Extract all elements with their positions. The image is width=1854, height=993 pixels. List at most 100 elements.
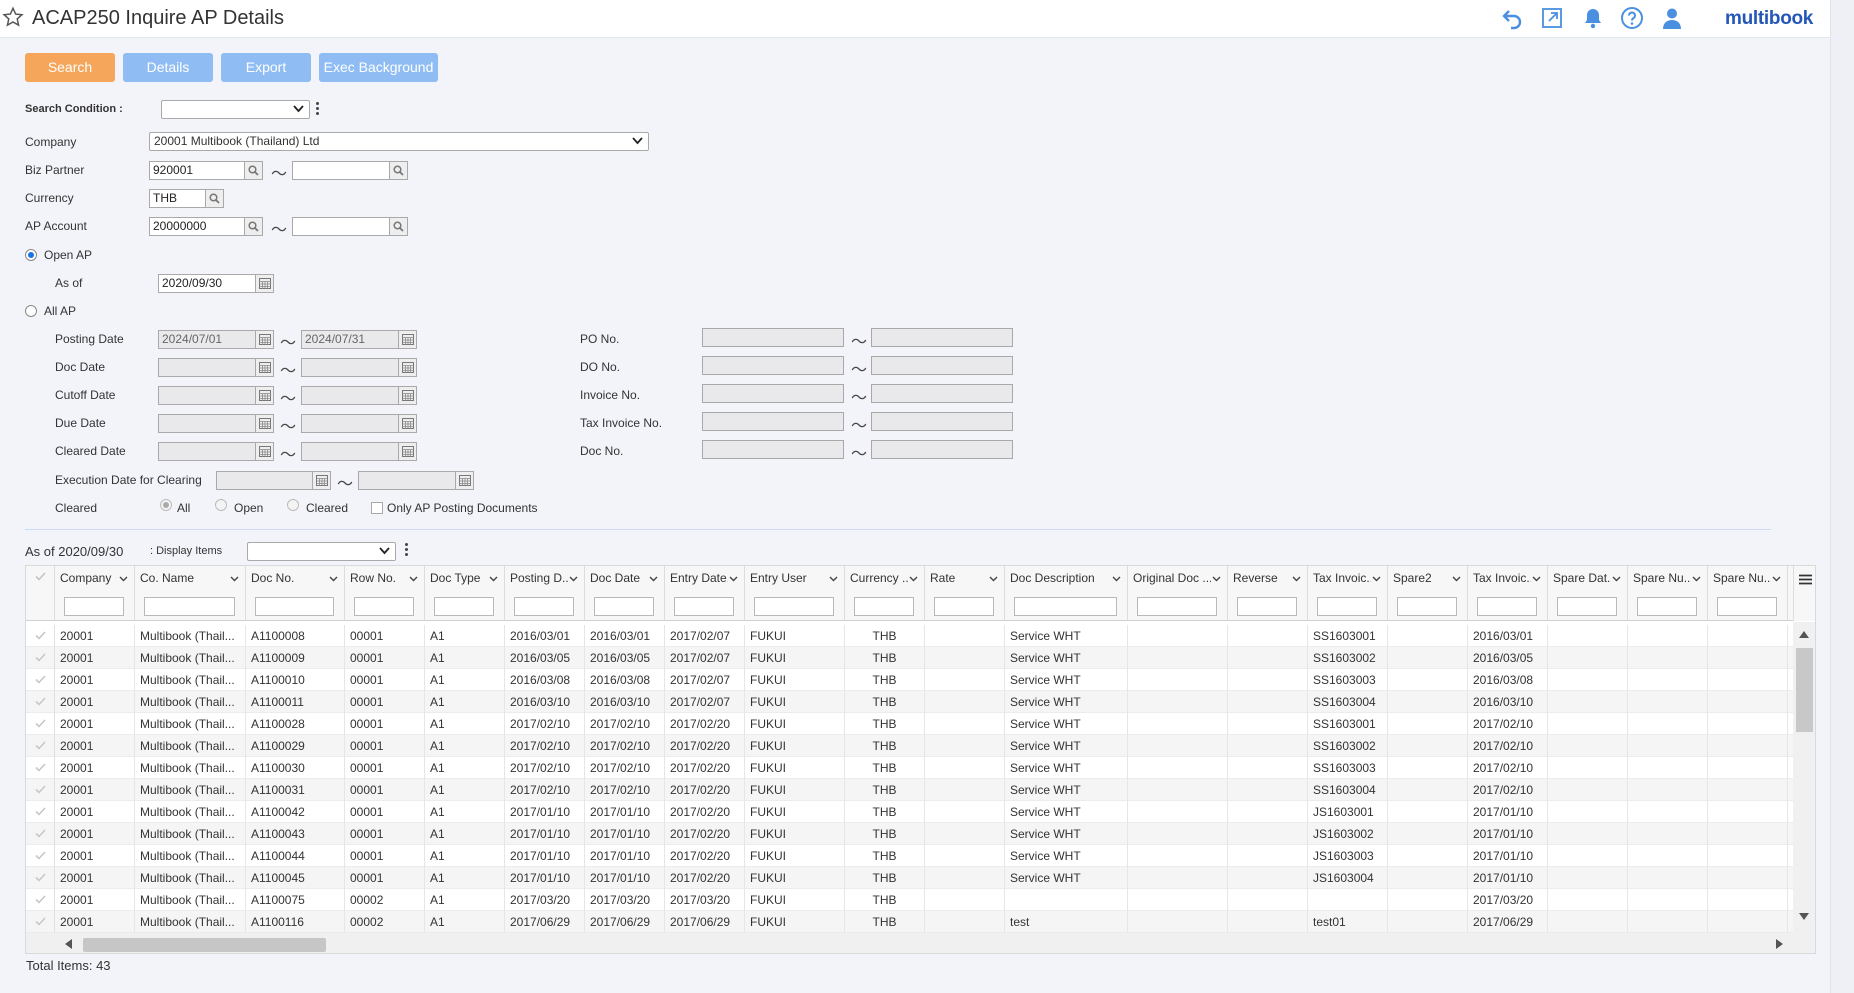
column-header-row-no[interactable]: Row No. xyxy=(345,566,425,621)
calendar-icon[interactable] xyxy=(455,471,474,490)
row-checkbox[interactable] xyxy=(26,823,55,845)
table-row[interactable]: 20001 Multibook (Thail... A1100030 00001 A1 2… xyxy=(26,757,1794,779)
column-filter-input[interactable] xyxy=(255,597,334,616)
horizontal-scroll-thumb[interactable] xyxy=(83,938,326,952)
doc-date-to-input[interactable] xyxy=(301,358,399,377)
chevron-down-icon[interactable] xyxy=(989,576,998,582)
cleared-all-radio[interactable] xyxy=(160,499,172,511)
biz-partner-from-input[interactable]: 920001 xyxy=(149,161,245,180)
tax-invoice-no-to-input[interactable] xyxy=(871,412,1013,431)
column-header-spare-num1[interactable]: Spare Nu... xyxy=(1628,566,1708,621)
chevron-down-icon[interactable] xyxy=(649,576,658,582)
vertical-scroll-thumb[interactable] xyxy=(1796,648,1813,732)
calendar-icon[interactable] xyxy=(398,386,417,405)
currency-search-icon[interactable] xyxy=(205,189,224,208)
calendar-icon[interactable] xyxy=(398,414,417,433)
display-items-select[interactable] xyxy=(247,542,396,561)
cutoff-date-from-input[interactable] xyxy=(158,386,256,405)
table-row[interactable]: 20001 Multibook (Thail... A1100029 00001 A1 2… xyxy=(26,735,1794,757)
do-no-to-input[interactable] xyxy=(871,356,1013,375)
undo-icon[interactable] xyxy=(1500,6,1524,30)
table-row[interactable]: 20001 Multibook (Thail... A1100042 00001 A1 2… xyxy=(26,801,1794,823)
calendar-icon[interactable] xyxy=(255,274,274,293)
row-checkbox[interactable] xyxy=(26,889,55,911)
column-filter-input[interactable] xyxy=(354,597,414,616)
chevron-down-icon[interactable] xyxy=(409,576,418,582)
company-select[interactable]: 20001 Multibook (Thailand) Ltd xyxy=(149,132,649,151)
ap-account-from-input[interactable]: 20000000 xyxy=(149,217,245,236)
table-row[interactable]: 20001 Multibook (Thail... A1100075 00002 A1 2… xyxy=(26,889,1794,911)
chevron-down-icon[interactable] xyxy=(1112,576,1121,582)
column-filter-input[interactable] xyxy=(1717,597,1777,616)
execution-date-to-input[interactable] xyxy=(358,471,456,490)
column-filter-input[interactable] xyxy=(1237,597,1297,616)
row-checkbox[interactable] xyxy=(26,669,55,691)
column-filter-input[interactable] xyxy=(1477,597,1537,616)
column-header-spare-num2[interactable]: Spare Nu... xyxy=(1708,566,1788,621)
chevron-down-icon[interactable] xyxy=(1612,576,1621,582)
table-row[interactable]: 20001 Multibook (Thail... A1100044 00001 A1 2… xyxy=(26,845,1794,867)
calendar-icon[interactable] xyxy=(398,330,417,349)
column-header-entry-user[interactable]: Entry User xyxy=(745,566,845,621)
biz-partner-from-search-icon[interactable] xyxy=(244,161,263,180)
column-filter-input[interactable] xyxy=(1137,597,1217,616)
doc-no-to-input[interactable] xyxy=(871,440,1013,459)
row-checkbox[interactable] xyxy=(26,867,55,889)
bell-icon[interactable] xyxy=(1581,6,1605,30)
currency-input[interactable]: THB xyxy=(149,189,207,208)
row-checkbox[interactable] xyxy=(26,801,55,823)
table-row[interactable]: 20001 Multibook (Thail... A1100010 00001 A1 2… xyxy=(26,669,1794,691)
row-checkbox[interactable] xyxy=(26,779,55,801)
do-no-from-input[interactable] xyxy=(702,356,844,375)
chevron-down-icon[interactable] xyxy=(1692,576,1701,582)
more-options-icon[interactable] xyxy=(316,102,320,117)
calendar-icon[interactable] xyxy=(255,442,274,461)
column-menu-button[interactable] xyxy=(1793,566,1815,621)
column-header-doc-date[interactable]: Doc Date xyxy=(585,566,665,621)
select-all-checkbox[interactable] xyxy=(26,566,55,621)
row-checkbox[interactable] xyxy=(26,757,55,779)
calendar-icon[interactable] xyxy=(255,414,274,433)
cleared-date-from-input[interactable] xyxy=(158,442,256,461)
po-no-from-input[interactable] xyxy=(702,328,844,347)
calendar-icon[interactable] xyxy=(255,386,274,405)
posting-date-from-input[interactable]: 2024/07/01 xyxy=(158,330,256,349)
column-filter-input[interactable] xyxy=(934,597,994,616)
column-header-company[interactable]: Company xyxy=(55,566,135,621)
details-button[interactable]: Details xyxy=(123,53,213,82)
as-of-date-input[interactable]: 2020/09/30 xyxy=(158,274,256,293)
execution-date-from-input[interactable] xyxy=(216,471,314,490)
cleared-open-radio[interactable] xyxy=(215,499,227,511)
table-row[interactable]: 20001 Multibook (Thail... A1100009 00001 A1 2… xyxy=(26,647,1794,669)
scroll-up-icon[interactable] xyxy=(1799,631,1809,638)
chevron-down-icon[interactable] xyxy=(1372,576,1381,582)
table-row[interactable]: 20001 Multibook (Thail... A1100028 00001 A1 2… xyxy=(26,713,1794,735)
chevron-down-icon[interactable] xyxy=(119,576,128,582)
chevron-down-icon[interactable] xyxy=(909,576,918,582)
row-checkbox[interactable] xyxy=(26,735,55,757)
column-header-co-name[interactable]: Co. Name xyxy=(135,566,246,621)
popout-icon[interactable] xyxy=(1540,6,1564,30)
table-row[interactable]: 20001 Multibook (Thail... A1100043 00001 A1 2… xyxy=(26,823,1794,845)
column-header-tax-invoice-date[interactable]: Tax Invoic... xyxy=(1468,566,1548,621)
calendar-icon[interactable] xyxy=(398,358,417,377)
column-header-original-doc[interactable]: Original Doc ... xyxy=(1128,566,1228,621)
column-filter-input[interactable] xyxy=(434,597,494,616)
column-header-spare-date[interactable]: Spare Dat... xyxy=(1548,566,1628,621)
doc-date-from-input[interactable] xyxy=(158,358,256,377)
chevron-down-icon[interactable] xyxy=(1292,576,1301,582)
cleared-cleared-radio[interactable] xyxy=(287,499,299,511)
star-icon[interactable] xyxy=(2,6,24,28)
open-ap-radio[interactable] xyxy=(25,249,37,261)
row-checkbox[interactable] xyxy=(26,647,55,669)
ap-account-to-search-icon[interactable] xyxy=(389,217,408,236)
calendar-icon[interactable] xyxy=(312,471,331,490)
doc-no-from-input[interactable] xyxy=(702,440,844,459)
chevron-down-icon[interactable] xyxy=(1212,576,1221,582)
table-row[interactable]: 20001 Multibook (Thail... A1100011 00001 A1 2… xyxy=(26,691,1794,713)
table-row[interactable]: 20001 Multibook (Thail... A1100045 00001 A1 2… xyxy=(26,867,1794,889)
invoice-no-from-input[interactable] xyxy=(702,384,844,403)
column-header-doc-no[interactable]: Doc No. xyxy=(246,566,345,621)
table-row[interactable]: 20001 Multibook (Thail... A1100008 00001 A1 2… xyxy=(26,625,1794,647)
ap-account-from-search-icon[interactable] xyxy=(244,217,263,236)
